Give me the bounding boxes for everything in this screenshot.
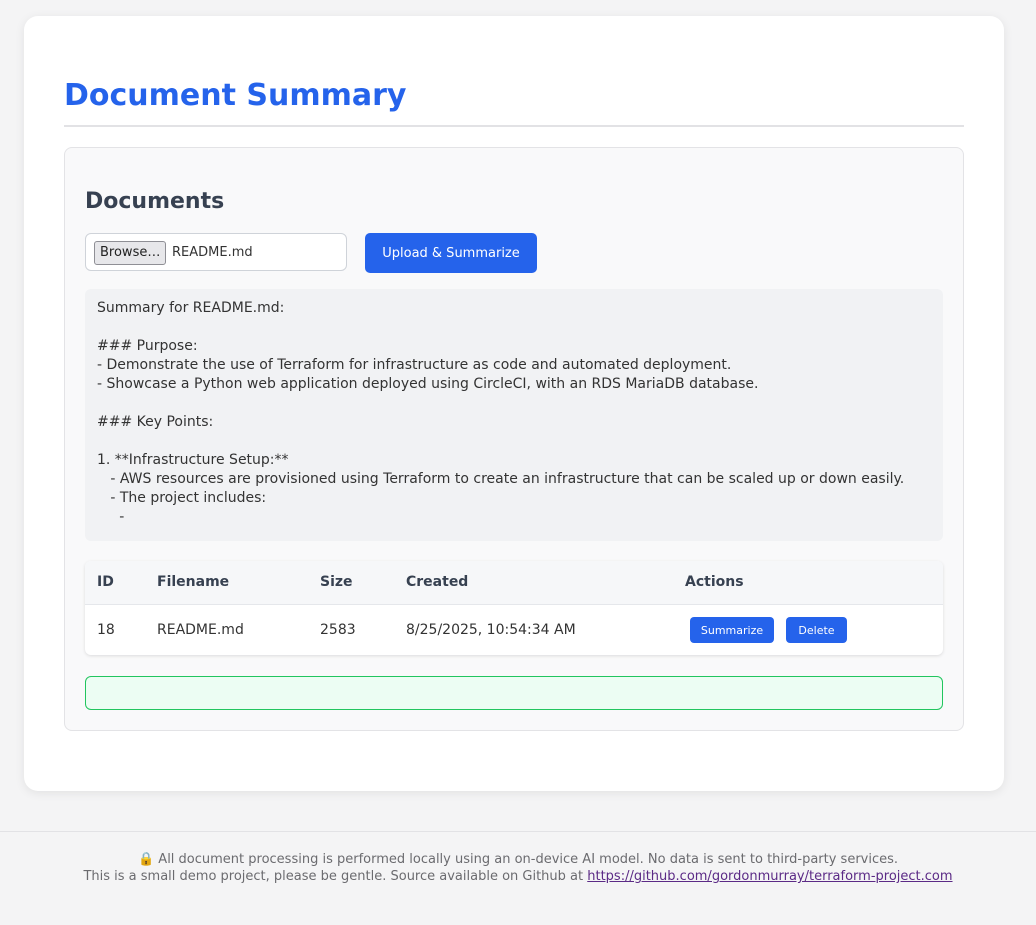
github-link[interactable]: https://github.com/gordonmurray/terrafor…: [587, 869, 952, 884]
footer-divider: [0, 831, 1036, 832]
file-input[interactable]: Browse… README.md: [85, 233, 347, 271]
cell-filename: README.md: [157, 622, 244, 638]
header-id: ID: [97, 574, 114, 590]
documents-heading: Documents: [85, 189, 225, 214]
footer: 🔒 All document processing is performed l…: [0, 851, 1036, 885]
documents-card: Documents Browse… README.md Upload & Sum…: [64, 147, 964, 731]
header-created: Created: [406, 574, 469, 590]
lock-icon: 🔒: [137, 852, 155, 867]
privacy-notice: 🔒 All document processing is performed l…: [0, 851, 1036, 868]
browse-button[interactable]: Browse…: [94, 241, 167, 265]
privacy-text: All document processing is performed loc…: [158, 852, 899, 867]
cell-created: 8/25/2025, 10:54:34 AM: [406, 622, 576, 638]
documents-table: ID Filename Size Created Actions 18 READ…: [85, 561, 943, 655]
header-filename: Filename: [157, 574, 230, 590]
cell-id: 18: [97, 622, 115, 638]
summary-text: Summary for README.md: ### Purpose: - De…: [97, 300, 905, 525]
source-notice: This is a small demo project, please be …: [0, 868, 1036, 885]
summarize-button[interactable]: Summarize: [690, 617, 774, 643]
header-size: Size: [320, 574, 353, 590]
cell-size: 2583: [320, 622, 356, 638]
page-title: Document Summary: [64, 78, 407, 113]
main-container: Document Summary Documents Browse… READM…: [24, 16, 1004, 791]
table-header: ID Filename Size Created Actions: [85, 561, 943, 605]
selected-file-name: README.md: [172, 245, 253, 260]
upload-summarize-button[interactable]: Upload & Summarize: [365, 233, 537, 273]
header-actions: Actions: [685, 574, 744, 590]
summary-output: Summary for README.md: ### Purpose: - De…: [85, 289, 943, 541]
title-divider: [64, 125, 964, 127]
delete-button[interactable]: Delete: [786, 617, 847, 643]
status-message: [85, 676, 943, 710]
source-text: This is a small demo project, please be …: [83, 869, 588, 884]
